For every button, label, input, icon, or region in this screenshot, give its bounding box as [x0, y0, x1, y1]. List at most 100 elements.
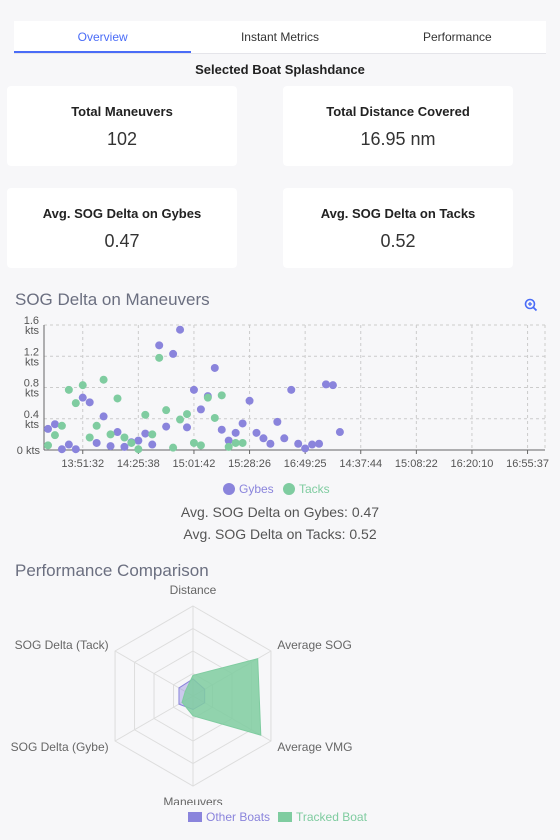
y-tick-label: 0 kts [17, 445, 41, 457]
card-total-distance: Total Distance Covered 16.95 nm [283, 86, 513, 166]
gybe-point [64, 440, 73, 449]
selected-boat-heading: Selected Boat Splashdance [195, 62, 365, 77]
x-tick-label: 14:25:38 [117, 458, 160, 470]
tracked-boat-swatch [278, 812, 292, 822]
legend-tacks[interactable]: Tacks [283, 482, 330, 496]
gybe-point [44, 424, 52, 433]
gybe-point [315, 439, 324, 448]
tack-point [106, 430, 115, 439]
tab-overview[interactable]: Overview [14, 21, 192, 53]
gybe-point [328, 381, 337, 390]
gybe-point [259, 434, 268, 443]
x-tick-label: 16:20:10 [451, 458, 494, 470]
y-tick-unit: kts [25, 419, 40, 431]
gybe-point [155, 341, 164, 350]
gybe-point [183, 423, 191, 432]
gybe-point [287, 385, 296, 394]
card-title: Avg. SOG Delta on Tacks [320, 206, 476, 221]
gybe-point [169, 349, 178, 358]
tack-point [120, 433, 129, 442]
card-value: 102 [106, 129, 138, 149]
gybe-point [106, 442, 115, 451]
card-title: Total Maneuvers [71, 104, 173, 119]
scatter-chart: 0 kts0.4kts0.8kts1.2kts1.6kts13:51:32 14:… [17, 315, 549, 470]
gybe-point [266, 439, 275, 448]
radar-axis-label: Average SOG [277, 638, 351, 652]
card-avg-sog-gybes: Avg. SOG Delta on Gybes 0.47 [7, 188, 237, 268]
tack-point [71, 399, 80, 408]
tack-point [224, 442, 233, 451]
tack-point [57, 421, 66, 430]
tack-point [113, 394, 122, 403]
tack-point [134, 445, 143, 454]
gybe-point [141, 429, 150, 438]
tack-point [203, 393, 212, 402]
x-tick-label: 15:01:42 [173, 458, 216, 470]
x-tick-label: 14:37:44 [339, 458, 382, 470]
card-total-maneuvers: Total Maneuvers 102 [7, 86, 237, 166]
legend-other-boats-label: Other Boats [206, 810, 271, 824]
gybe-point [273, 417, 282, 426]
gybe-point [113, 428, 122, 437]
gybe-point [308, 440, 317, 449]
gybe-point [238, 419, 247, 428]
tack-point [210, 413, 219, 422]
radar-axis-label: SOG Delta (Tack) [15, 638, 109, 652]
avg-tacks-text: Avg. SOG Delta on Tacks: 0.52 [183, 526, 377, 542]
gybe-point [210, 363, 219, 372]
tack-point [217, 391, 226, 400]
tab-performance[interactable]: Performance [369, 21, 546, 53]
tacks-swatch [283, 483, 295, 495]
legend-gybes-label: Gybes [239, 482, 274, 496]
x-tick-label: 13:51:32 [61, 458, 104, 470]
gybe-point [231, 428, 240, 437]
tack-point [231, 438, 240, 447]
tab-instant-metrics[interactable]: Instant Metrics [191, 21, 368, 53]
gybe-point [189, 385, 198, 394]
legend-tracked-boat-label: Tracked Boat [296, 810, 367, 824]
tack-point [189, 438, 198, 447]
tab-bar: Overview Instant Metrics Performance [14, 21, 546, 54]
tack-point [183, 410, 191, 419]
other-boats-swatch [188, 812, 202, 822]
tack-point [155, 353, 164, 362]
card-value: 16.95 nm [360, 129, 436, 149]
gybe-point [57, 445, 66, 454]
gybe-point [99, 412, 108, 421]
gybes-swatch [223, 483, 235, 495]
tracked-boat-area [181, 658, 262, 736]
scatter-title: SOG Delta on Maneuvers [15, 290, 210, 309]
gybe-point [120, 442, 129, 451]
radar-title: Performance Comparison [15, 561, 209, 580]
zoom-in-icon[interactable] [523, 297, 539, 313]
radar-axis-label: Distance [170, 583, 217, 597]
gybe-point [85, 398, 94, 407]
gybe-point [252, 428, 261, 437]
tack-point [50, 431, 59, 440]
gybe-point [162, 422, 171, 431]
card-title: Avg. SOG Delta on Gybes [42, 206, 202, 221]
legend-other-boats[interactable]: Other Boats [188, 810, 270, 824]
gybe-point [280, 434, 289, 443]
card-value: 0.47 [104, 231, 140, 251]
y-tick-unit: kts [25, 388, 40, 400]
x-tick-label: 16:55:37 [506, 458, 549, 470]
tack-point [85, 433, 94, 442]
tack-point [169, 443, 178, 452]
tack-point [64, 385, 73, 394]
tack-point [162, 406, 171, 415]
radar-axis-label: Average VMG [277, 740, 352, 754]
card-value: 0.52 [380, 231, 416, 251]
tack-point [92, 421, 101, 430]
tack-point [238, 438, 247, 447]
gybe-point [134, 436, 143, 445]
tack-point [196, 441, 205, 450]
tack-point [176, 415, 185, 424]
gybe-point [71, 445, 80, 454]
gybe-point [301, 444, 310, 453]
radar-chart: Distance Average SOG Average VMG Maneuvers S… [11, 583, 353, 805]
gybe-point [322, 380, 330, 389]
legend-gybes[interactable]: Gybes [223, 482, 274, 496]
legend-tracked-boat[interactable]: Tracked Boat [278, 810, 367, 824]
gybe-point [50, 420, 59, 429]
